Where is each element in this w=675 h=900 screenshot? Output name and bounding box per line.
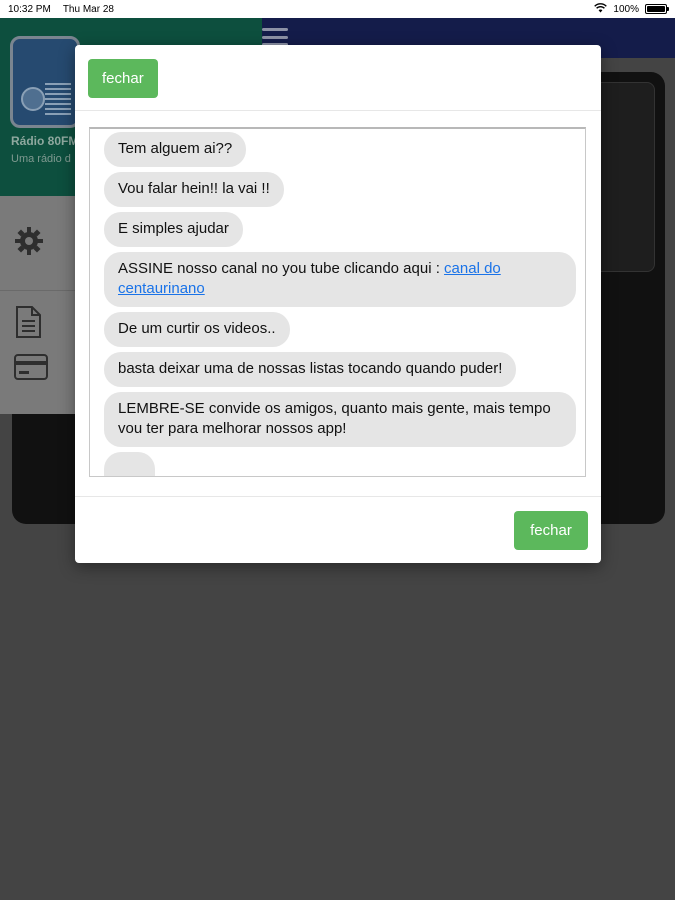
message-row: Vou falar hein!! la vai !! bbox=[104, 172, 585, 212]
close-button-bottom[interactable]: fechar bbox=[514, 511, 588, 550]
typing-indicator: ... bbox=[104, 452, 155, 476]
chat-bubble: E simples ajudar bbox=[104, 212, 243, 247]
chat-bubble: basta deixar uma de nossas listas tocand… bbox=[104, 352, 517, 387]
message-row: E simples ajudar bbox=[104, 212, 585, 252]
modal-footer: fechar bbox=[75, 496, 601, 563]
credit-card-icon[interactable] bbox=[14, 354, 48, 384]
status-date: Thu Mar 28 bbox=[62, 3, 114, 15]
status-time: 10:32 PM bbox=[8, 3, 51, 15]
hamburger-menu-icon[interactable] bbox=[262, 28, 288, 46]
message-row: basta deixar uma de nossas listas tocand… bbox=[104, 352, 585, 392]
modal-header: fechar bbox=[75, 45, 601, 111]
message-row: De um curtir os videos.. bbox=[104, 312, 585, 352]
message-row: ... bbox=[104, 452, 585, 476]
battery-icon bbox=[645, 4, 669, 14]
gear-icon[interactable] bbox=[14, 226, 44, 260]
wifi-icon bbox=[594, 2, 608, 16]
message-modal: fechar Tem alguem ai?? Vou falar hein!! … bbox=[75, 45, 601, 563]
radio-grill-icon bbox=[45, 83, 71, 115]
chat-bubble: Tem alguem ai?? bbox=[104, 132, 247, 167]
radio-logo bbox=[10, 36, 80, 128]
message-row: ASSINE nosso canal no you tube clicando … bbox=[104, 252, 585, 312]
chat-area[interactable]: Tem alguem ai?? Vou falar hein!! la vai … bbox=[89, 127, 586, 477]
battery-fill bbox=[647, 6, 665, 12]
drawer-subtitle: Uma rádio d bbox=[11, 153, 71, 165]
battery-percent: 100% bbox=[613, 3, 639, 15]
message-row: Tem alguem ai?? bbox=[104, 132, 585, 172]
document-icon[interactable] bbox=[14, 306, 42, 342]
chat-bubble-text: ASSINE nosso canal no you tube clicando … bbox=[118, 260, 445, 277]
radio-speaker-icon bbox=[21, 87, 45, 111]
message-row: LEMBRE-SE convide os amigos, quanto mais… bbox=[104, 392, 585, 452]
close-button-top[interactable]: fechar bbox=[88, 59, 158, 98]
status-right: 100% bbox=[594, 2, 669, 16]
chat-bubble: Vou falar hein!! la vai !! bbox=[104, 172, 284, 207]
chat-bubble-subscribe: ASSINE nosso canal no you tube clicando … bbox=[104, 252, 576, 307]
status-bar: 10:32 PM Thu Mar 28 100% bbox=[0, 0, 675, 18]
drawer-title: Rádio 80FM bbox=[11, 134, 79, 148]
chat-bubble: De um curtir os videos.. bbox=[104, 312, 290, 347]
chat-bubble: LEMBRE-SE convide os amigos, quanto mais… bbox=[104, 392, 576, 447]
